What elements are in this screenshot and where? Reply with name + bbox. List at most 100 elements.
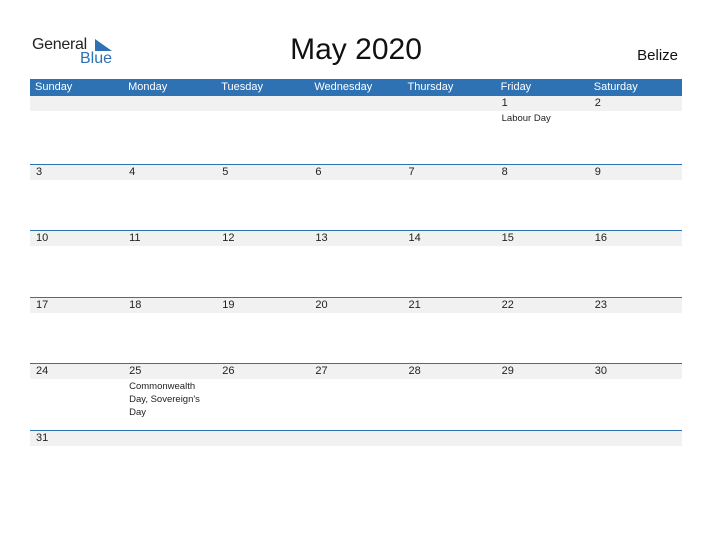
day-number (409, 96, 496, 111)
day-number (595, 431, 682, 446)
day-cell (496, 431, 589, 497)
day-cell: 18 (123, 298, 216, 364)
day-number: 17 (36, 298, 49, 311)
day-number: 13 (315, 232, 328, 245)
day-cell: 10 (30, 231, 123, 297)
holiday-label: Commonwealth Day, Sovereign's Day (129, 381, 200, 419)
day-number: 28 (408, 365, 421, 378)
day-number: 30 (594, 365, 607, 378)
day-cell: 28 (403, 364, 496, 430)
country-label: Belize (637, 47, 678, 64)
weekday-wednesday: Wednesday (314, 81, 373, 93)
day-cell: 29 (496, 364, 589, 430)
day-number: 24 (36, 365, 49, 378)
calendar-title: May 2020 (290, 33, 422, 66)
day-number (409, 431, 496, 446)
day-cell (309, 431, 402, 497)
day-cell (589, 431, 682, 497)
day-cell: 2 (589, 96, 682, 164)
day-number: 8 (501, 165, 508, 178)
day-cell (309, 96, 402, 164)
day-cell: 1 Labour Day (496, 96, 589, 164)
day-number (129, 431, 216, 446)
calendar-grid: Sunday Monday Tuesday Wednesday Thursday Frid… (30, 79, 682, 496)
day-cell: 13 (309, 231, 402, 297)
day-number: 6 (315, 165, 322, 178)
day-cell: 14 (403, 231, 496, 297)
day-cell (123, 96, 216, 164)
day-cell: 5 (216, 165, 309, 231)
week-row: 10 11 12 13 14 15 16 (30, 230, 682, 297)
day-number (315, 96, 402, 111)
day-number: 18 (129, 298, 142, 311)
day-cell (403, 96, 496, 164)
day-cell: 11 (123, 231, 216, 297)
day-cell: 19 (216, 298, 309, 364)
day-cell: 4 (123, 165, 216, 231)
day-number: 27 (315, 365, 328, 378)
day-number (129, 96, 216, 111)
day-cell: 25 Commonwealth Day, Sovereign's Day (123, 364, 216, 430)
day-cell: 8 (496, 165, 589, 231)
day-cell (403, 431, 496, 497)
day-cell: 27 (309, 364, 402, 430)
day-cell: 3 (30, 165, 123, 231)
day-number (315, 431, 402, 446)
day-number: 29 (501, 365, 514, 378)
day-number (222, 96, 309, 111)
day-number: 31 (36, 431, 49, 444)
week-row: 3 4 5 6 7 8 9 (30, 163, 682, 231)
weeks-container: 1 Labour Day 2 3 4 5 6 7 8 9 10 11 12 13 14 15 16 17 18 19 2… (30, 96, 682, 496)
weekday-header: Sunday Monday Tuesday Wednesday Thursday Frid… (30, 79, 682, 96)
day-cell: 26 (216, 364, 309, 430)
day-number: 19 (222, 298, 235, 311)
day-number: 26 (222, 365, 235, 378)
day-cell: 9 (589, 165, 682, 231)
weekday-sunday: Sunday (35, 81, 73, 93)
day-cell: 12 (216, 231, 309, 297)
day-number: 14 (408, 232, 421, 245)
day-number: 21 (408, 298, 421, 311)
week-row: 17 18 19 20 21 22 23 (30, 296, 682, 364)
day-cell (216, 431, 309, 497)
day-cell: 15 (496, 231, 589, 297)
day-number: 12 (222, 232, 235, 245)
day-number: 3 (36, 165, 43, 178)
day-number: 11 (129, 232, 141, 245)
day-cell (123, 431, 216, 497)
day-number: 16 (594, 232, 607, 245)
day-cell: 20 (309, 298, 402, 364)
day-cell: 17 (30, 298, 123, 364)
week-row: 31 (30, 429, 682, 497)
weekday-thursday: Thursday (407, 81, 454, 93)
day-cell (30, 96, 123, 164)
day-number: 15 (501, 232, 514, 245)
day-cell: 7 (403, 165, 496, 231)
day-cell: 6 (309, 165, 402, 231)
day-number: 10 (36, 232, 49, 245)
day-cell: 21 (403, 298, 496, 364)
day-cell: 24 (30, 364, 123, 430)
weekday-tuesday: Tuesday (221, 81, 264, 93)
day-number: 1 (501, 97, 508, 109)
day-number: 20 (315, 298, 328, 311)
day-cell: 16 (589, 231, 682, 297)
day-number: 25 (129, 365, 142, 378)
weekday-monday: Monday (128, 81, 168, 93)
day-number: 5 (222, 165, 229, 178)
day-cell: 31 (30, 431, 123, 497)
week-row: 24 25 Commonwealth Day, Sovereign's Day 26 2… (30, 363, 682, 430)
day-cell (216, 96, 309, 164)
weekday-friday: Friday (500, 81, 532, 93)
day-number: 7 (408, 165, 415, 178)
holiday-label: Labour Day (501, 113, 551, 124)
day-number (502, 431, 589, 446)
day-cell: 22 (496, 298, 589, 364)
day-number (222, 431, 309, 446)
day-number (36, 96, 123, 111)
day-number: 2 (594, 97, 601, 109)
day-number: 9 (594, 165, 601, 178)
day-number: 4 (129, 165, 136, 178)
day-number: 22 (501, 298, 514, 311)
day-number: 23 (594, 298, 607, 311)
